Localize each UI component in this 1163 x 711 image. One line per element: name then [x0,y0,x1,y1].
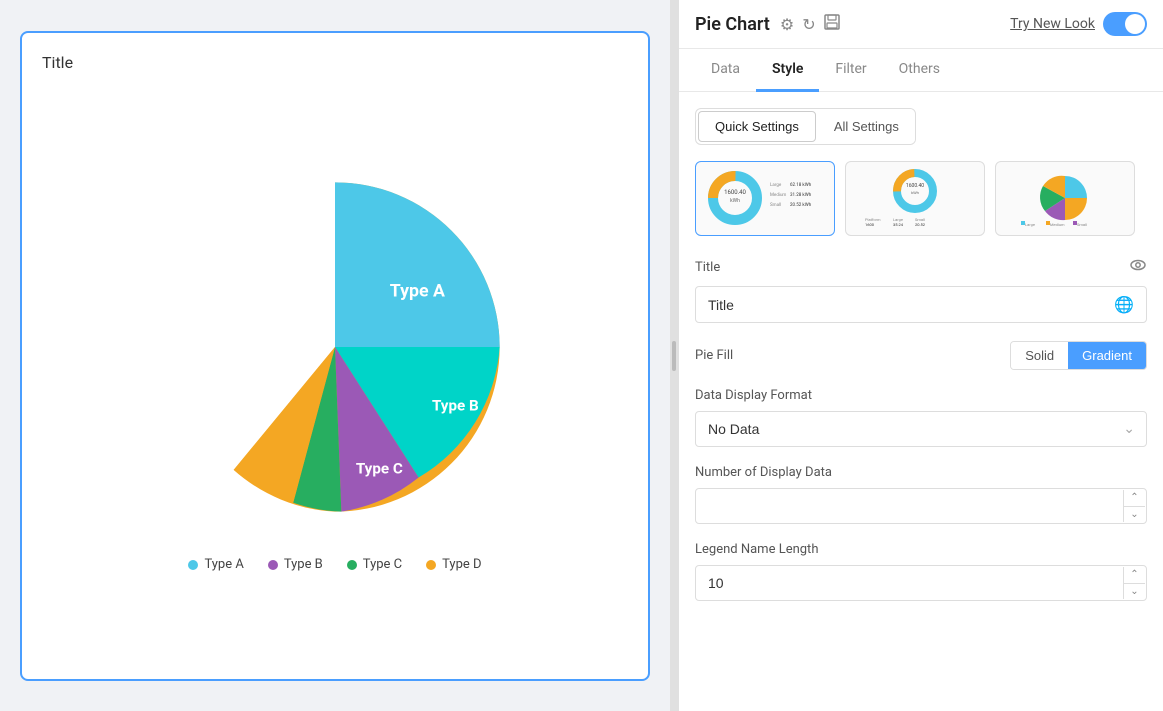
settings-panel: Pie Chart ⚙ ↻ Try New Look Data Style Fi… [678,0,1163,711]
title-eye-icon[interactable] [1129,256,1147,278]
svg-text:62.18 kWh: 62.18 kWh [790,182,812,188]
style-option-1[interactable]: 1600.40 kWh Large 62.18 kWh Medium 31.28… [695,161,835,236]
try-new-look-label[interactable]: Try New Look [1010,16,1095,32]
chart-display-title: Title [42,53,628,72]
chart-legend: Type A Type B Type C Type D [188,557,481,572]
svg-text:Large: Large [1025,222,1035,227]
style-thumb-2: 1600.40 kWh Platform Large Small 1600 35… [855,166,975,231]
number-display-data-down[interactable]: ⌄ [1124,507,1145,523]
try-new-look-toggle[interactable] [1103,12,1147,36]
legend-dot-type-a [188,560,198,570]
legend-name-length-down[interactable]: ⌄ [1124,584,1145,600]
svg-text:20.52 kWh: 20.52 kWh [790,202,812,208]
style-thumb-1: 1600.40 kWh Large 62.18 kWh Medium 31.28… [705,166,825,231]
pie-fill-row: Pie Fill Solid Gradient [695,341,1147,370]
fill-btn-gradient[interactable]: Gradient [1068,342,1146,369]
style-thumb-3: Large Medium Small [1005,166,1125,231]
title-input[interactable] [708,297,1114,313]
legend-name-length-input-wrapper: ⌃ ⌄ [695,565,1147,601]
legend-item-type-d: Type D [426,557,481,572]
svg-text:Large: Large [770,182,782,188]
settings-tab-quick[interactable]: Quick Settings [698,111,816,142]
svg-text:31.28 kWh: 31.28 kWh [790,192,812,198]
data-display-format-select[interactable]: No Data Value Percentage Label+Value Lab… [695,411,1147,447]
svg-text:Medium: Medium [770,192,786,198]
svg-text:Medium: Medium [1050,222,1065,227]
legend-dot-type-d [426,560,436,570]
try-new-look-container: Try New Look [1010,12,1147,36]
legend-name-length-label: Legend Name Length [695,542,1147,557]
title-input-wrapper: 🌐 [695,286,1147,323]
number-display-data-row: Number of Display Data ⌃ ⌄ [695,465,1147,524]
style-option-3[interactable]: Large Medium Small [995,161,1135,236]
header-icons: ⚙ ↻ [780,14,840,34]
style-option-2[interactable]: 1600.40 kWh Platform Large Small 1600 35… [845,161,985,236]
title-field-row: Title 🌐 [695,256,1147,323]
chart-style-options: 1600.40 kWh Large 62.18 kWh Medium 31.28… [695,161,1147,236]
settings-tab-all[interactable]: All Settings [818,109,915,144]
pie-fill-label: Pie Fill [695,348,733,363]
legend-label-type-a: Type A [204,557,243,572]
svg-text:Small: Small [1077,222,1087,227]
panel-header: Pie Chart ⚙ ↻ Try New Look [679,0,1163,49]
main-tabs: Data Style Filter Others [679,49,1163,92]
tab-style[interactable]: Style [756,49,819,92]
svg-text:20.52: 20.52 [915,222,926,227]
panel-title: Pie Chart [695,14,770,35]
divider-handle [672,341,676,371]
settings-filter-icon[interactable]: ⚙ [780,15,794,34]
legend-label-type-d: Type D [442,557,481,572]
data-display-format-row: Data Display Format No Data Value Percen… [695,388,1147,447]
legend-name-length-up[interactable]: ⌃ [1124,567,1145,583]
legend-item-type-a: Type A [188,557,243,572]
globe-icon[interactable]: 🌐 [1114,295,1134,314]
save-icon[interactable] [824,14,840,34]
chart-container: Title Type A Type B Type C Type [20,31,650,681]
pie-label-type-c: Type C [356,460,403,478]
tab-data[interactable]: Data [695,49,756,92]
legend-name-length-input[interactable] [695,565,1147,601]
legend-item-type-b: Type B [268,557,323,572]
svg-text:kWh: kWh [911,190,919,195]
pie-label-type-b: Type B [432,396,479,414]
svg-text:1600.40: 1600.40 [906,183,924,189]
pie-label-type-a: Type A [390,281,445,301]
fill-buttons: Solid Gradient [1010,341,1147,370]
pie-chart-svg: Type A Type B Type C Type D [145,157,525,537]
legend-item-type-c: Type C [347,557,402,572]
pie-wrapper: Type A Type B Type C Type D Type A Type … [42,82,628,648]
legend-name-length-row: Legend Name Length ⌃ ⌄ [695,542,1147,601]
panel-divider [670,0,678,711]
settings-tabs: Quick Settings All Settings [695,108,916,145]
number-display-data-label: Number of Display Data [695,465,1147,480]
number-display-data-up[interactable]: ⌃ [1124,490,1145,506]
legend-name-length-spinners: ⌃ ⌄ [1123,567,1145,599]
data-display-format-select-wrapper: No Data Value Percentage Label+Value Lab… [695,411,1147,447]
svg-text:35.24: 35.24 [893,222,904,227]
svg-text:Small: Small [770,202,781,208]
number-display-data-input-wrapper: ⌃ ⌄ [695,488,1147,524]
fill-btn-solid[interactable]: Solid [1011,342,1068,369]
title-field-label: Title [695,256,1147,278]
tab-filter[interactable]: Filter [819,49,882,92]
svg-text:kWh: kWh [730,198,740,204]
svg-text:1600: 1600 [865,222,875,227]
legend-dot-type-b [268,560,278,570]
svg-text:1600.40: 1600.40 [724,189,746,196]
data-display-format-label: Data Display Format [695,388,1147,403]
legend-label-type-b: Type B [284,557,323,572]
pie-label-type-d: Type D [228,366,290,390]
tab-others[interactable]: Others [883,49,956,92]
panel-content: Quick Settings All Settings 1600.40 kWh … [679,92,1163,711]
number-display-data-input[interactable] [695,488,1147,524]
legend-dot-type-c [347,560,357,570]
refresh-icon[interactable]: ↻ [802,15,815,34]
chart-panel: Title Type A Type B Type C Type [0,0,670,711]
legend-label-type-c: Type C [363,557,402,572]
number-display-data-spinners: ⌃ ⌄ [1123,490,1145,522]
pie-segment-type-a [335,182,500,347]
